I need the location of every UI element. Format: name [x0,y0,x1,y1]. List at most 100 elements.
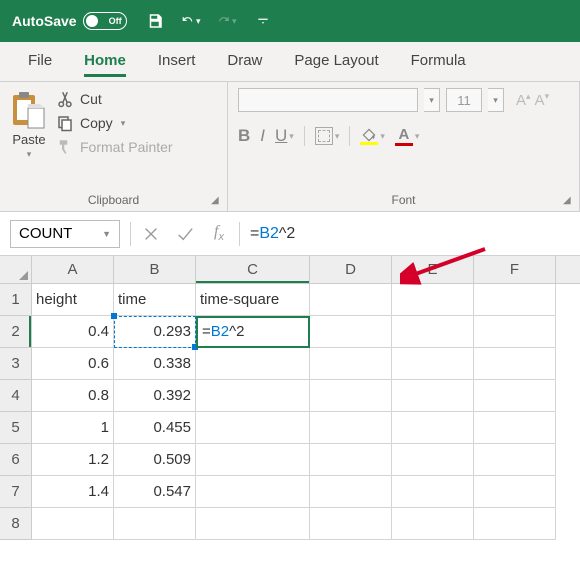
select-all-button[interactable] [0,256,32,283]
chevron-down-icon[interactable]: ▾ [121,118,126,129]
cell[interactable] [392,476,474,508]
cell[interactable] [310,412,392,444]
overflow-button[interactable] [253,11,273,31]
undo-button[interactable]: ▾ [181,11,201,31]
row-header[interactable]: 6 [0,444,32,476]
cell[interactable] [196,412,310,444]
cell[interactable] [474,348,556,380]
borders-button[interactable]: ▾ [315,127,340,145]
cell[interactable]: 0.4 [32,316,114,348]
cell[interactable] [474,444,556,476]
cell[interactable]: 1.2 [32,444,114,476]
cell[interactable] [392,316,474,348]
autosave-switch[interactable]: Off [83,12,127,30]
col-header-C[interactable]: C [196,256,310,283]
row-header[interactable]: 7 [0,476,32,508]
cell-editing[interactable]: =B2^2 [196,316,310,348]
format-painter-button[interactable]: Format Painter [56,138,173,156]
cell[interactable] [474,412,556,444]
cell[interactable] [310,508,392,540]
italic-button[interactable]: I [260,126,265,146]
cell[interactable]: time [114,284,196,316]
cell[interactable] [310,444,392,476]
cell[interactable]: 1 [32,412,114,444]
formula-bar-input[interactable]: =B2^2 [250,225,295,243]
cell[interactable]: 0.6 [32,348,114,380]
copy-button[interactable]: Copy ▾ [56,114,173,132]
cell[interactable] [196,380,310,412]
cell[interactable] [196,348,310,380]
paste-button[interactable]: Paste ▾ [10,88,48,162]
col-header-E[interactable]: E [392,256,474,283]
cell[interactable] [310,316,392,348]
underline-button[interactable]: U▾ [275,126,294,146]
autosave-toggle[interactable]: AutoSave Off [12,12,127,30]
cell[interactable]: 1.4 [32,476,114,508]
redo-button[interactable]: ▾ [217,11,237,31]
tab-home[interactable]: Home [68,42,142,81]
cancel-icon[interactable] [141,224,161,244]
cell[interactable] [32,508,114,540]
row-header[interactable]: 5 [0,412,32,444]
clipboard-launcher-icon[interactable]: ◢ [211,195,223,207]
chevron-down-icon[interactable]: ▾ [196,16,201,27]
enter-icon[interactable] [175,224,195,244]
cell[interactable] [196,476,310,508]
save-icon[interactable] [145,11,165,31]
col-header-D[interactable]: D [310,256,392,283]
col-header-A[interactable]: A [32,256,114,283]
shrink-font-icon[interactable]: A▾ [535,91,550,109]
cell[interactable] [474,284,556,316]
cell[interactable] [474,316,556,348]
cell[interactable] [196,508,310,540]
font-color-button[interactable]: A ▾ [395,126,420,146]
row-header[interactable]: 2 [0,316,32,348]
chevron-down-icon[interactable]: ▼ [102,229,111,239]
row-header[interactable]: 1 [0,284,32,316]
cell[interactable] [392,444,474,476]
cell[interactable] [392,380,474,412]
font-size-dropdown[interactable]: ▾ [488,88,504,112]
cut-button[interactable]: Cut [56,90,173,108]
cell[interactable] [392,508,474,540]
cell[interactable]: 0.547 [114,476,196,508]
cell[interactable]: 0.338 [114,348,196,380]
row-header[interactable]: 3 [0,348,32,380]
font-name-input[interactable] [238,88,418,112]
cell[interactable] [310,284,392,316]
cell[interactable]: 0.509 [114,444,196,476]
tab-formulas[interactable]: Formula [395,42,482,81]
grow-font-icon[interactable]: A▴ [516,91,531,109]
cell[interactable]: height [32,284,114,316]
tab-file[interactable]: File [12,42,68,81]
cell[interactable] [474,508,556,540]
cell[interactable] [392,284,474,316]
spreadsheet-grid[interactable]: A B C D E F 1 height time time-square 2 … [0,256,580,540]
cell[interactable]: 0.8 [32,380,114,412]
font-launcher-icon[interactable]: ◢ [563,195,575,207]
row-header[interactable]: 8 [0,508,32,540]
name-box[interactable]: COUNT ▼ [10,220,120,248]
chevron-down-icon[interactable]: ▾ [232,16,237,27]
cell[interactable] [474,380,556,412]
fill-color-button[interactable]: ▾ [360,128,385,145]
fx-icon[interactable]: fx [209,224,229,244]
chevron-down-icon[interactable]: ▾ [27,149,32,160]
cell[interactable] [392,348,474,380]
col-header-F[interactable]: F [474,256,556,283]
cell[interactable] [196,444,310,476]
row-header[interactable]: 4 [0,380,32,412]
cell[interactable]: 0.392 [114,380,196,412]
bold-button[interactable]: B [238,126,250,146]
font-size-input[interactable]: 11 [446,88,482,112]
cell[interactable] [310,476,392,508]
cell[interactable] [474,476,556,508]
cell-referenced[interactable]: 0.293 [114,316,196,348]
tab-draw[interactable]: Draw [211,42,278,81]
cell[interactable] [310,348,392,380]
tab-page-layout[interactable]: Page Layout [278,42,394,81]
cell[interactable] [310,380,392,412]
tab-insert[interactable]: Insert [142,42,212,81]
cell[interactable]: time-square [196,284,310,316]
col-header-B[interactable]: B [114,256,196,283]
